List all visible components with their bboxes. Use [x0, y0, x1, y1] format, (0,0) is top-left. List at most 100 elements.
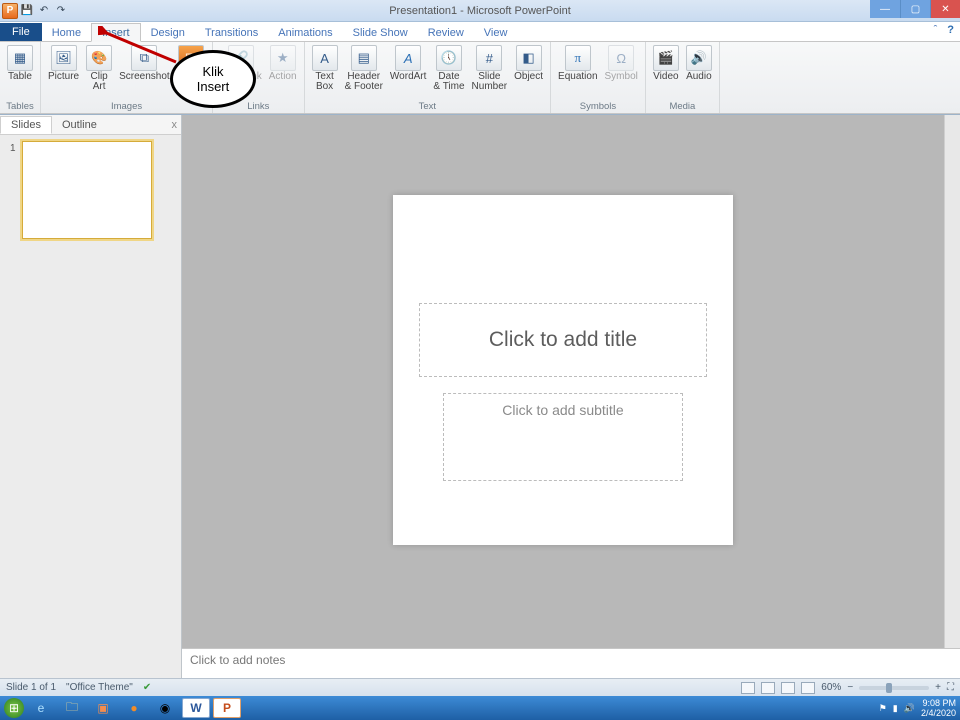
maximize-button[interactable]: ▢	[900, 0, 930, 18]
equation-button[interactable]: πEquation	[555, 44, 600, 83]
action-icon: ★	[270, 45, 296, 71]
redo-icon[interactable]: ↷	[53, 3, 69, 19]
save-icon[interactable]: 💾	[19, 3, 35, 19]
taskbar-chrome-icon[interactable]: ◉	[151, 698, 179, 718]
zoom-in-icon[interactable]: +	[935, 682, 941, 693]
tab-slideshow[interactable]: Slide Show	[343, 24, 418, 41]
slide-thumbnail[interactable]	[22, 141, 152, 239]
symbol-icon: Ω	[608, 45, 634, 71]
tab-view[interactable]: View	[474, 24, 518, 41]
group-label-text: Text	[309, 100, 546, 112]
editor-canvas: Click to add title Click to add subtitle…	[182, 115, 960, 678]
slidenumber-button[interactable]: #Slide Number	[469, 44, 511, 93]
fit-window-icon[interactable]: ⛶	[947, 682, 954, 693]
vertical-scrollbar[interactable]	[944, 115, 960, 648]
slides-panel: Slides Outline x 1	[0, 115, 182, 678]
annotation-callout: Klik Insert	[170, 50, 256, 108]
textbox-button[interactable]: AText Box	[309, 44, 341, 93]
video-icon: 🎬	[653, 45, 679, 71]
equation-icon: π	[565, 45, 591, 71]
quick-access-toolbar: P 💾 ↶ ↷	[0, 3, 69, 19]
wordart-icon: A	[395, 45, 421, 71]
system-tray: ⚑ ▮ 🔊 9:08 PM2/4/2020	[879, 698, 956, 718]
taskbar-firefox-icon[interactable]: ●	[120, 698, 148, 718]
group-label-images: Images	[45, 100, 208, 112]
headerfooter-button[interactable]: ▤Header & Footer	[342, 44, 386, 93]
tab-file[interactable]: File	[0, 23, 42, 41]
workarea: Slides Outline x 1 Click to add title Cl…	[0, 114, 960, 678]
symbol-button: ΩSymbol	[602, 44, 641, 83]
video-button[interactable]: 🎬Video	[650, 44, 682, 83]
app-icon[interactable]: P	[2, 3, 18, 19]
group-label-tables: Tables	[4, 100, 36, 112]
action-button: ★Action	[266, 44, 300, 83]
tray-volume-icon[interactable]: 🔊	[904, 703, 915, 714]
status-bar: Slide 1 of 1 "Office Theme" ✔ 60% − + ⛶	[0, 678, 960, 696]
subtitle-placeholder[interactable]: Click to add subtitle	[443, 393, 683, 481]
group-text: AText Box ▤Header & Footer AWordArt 🕔Dat…	[305, 42, 551, 113]
wordart-button[interactable]: AWordArt	[387, 44, 430, 93]
group-media: 🎬Video 🔊Audio Media	[646, 42, 720, 113]
help-icon[interactable]: ?	[947, 24, 954, 36]
taskbar-word-icon[interactable]: W	[182, 698, 210, 718]
slideshow-view-button[interactable]	[801, 682, 815, 694]
panel-tab-slides[interactable]: Slides	[0, 116, 52, 134]
panel-tabs: Slides Outline x	[0, 115, 181, 135]
tab-home[interactable]: Home	[42, 24, 91, 41]
group-label-media: Media	[650, 100, 715, 112]
spellcheck-icon[interactable]: ✔	[143, 682, 151, 693]
object-button[interactable]: ◧Object	[511, 44, 546, 93]
start-button[interactable]: ⊞	[4, 698, 24, 718]
sorter-view-button[interactable]	[761, 682, 775, 694]
tray-flag-icon[interactable]: ⚑	[879, 703, 887, 714]
zoom-label: 60%	[821, 682, 841, 693]
thumbnail-list: 1	[0, 135, 181, 245]
group-label-symbols: Symbols	[555, 100, 641, 112]
status-theme: "Office Theme"	[66, 682, 133, 693]
title-bar: P 💾 ↶ ↷ Presentation1 - Microsoft PowerP…	[0, 0, 960, 22]
slidenumber-icon: #	[476, 45, 502, 71]
taskbar-explorer-icon[interactable]: 🗀	[58, 698, 86, 718]
notes-pane[interactable]: Click to add notes	[182, 648, 960, 678]
taskbar: ⊞ e 🗀 ▣ ● ◉ W P ⚑ ▮ 🔊 9:08 PM2/4/2020	[0, 696, 960, 720]
title-placeholder[interactable]: Click to add title	[419, 303, 707, 377]
window-title: Presentation1 - Microsoft PowerPoint	[0, 5, 960, 17]
group-symbols: πEquation ΩSymbol Symbols	[551, 42, 646, 113]
window-controls: — ▢ ✕	[870, 0, 960, 18]
textbox-icon: A	[312, 45, 338, 71]
annotation-arrow	[98, 26, 182, 68]
table-icon: ▦	[7, 45, 33, 71]
slide[interactable]: Click to add title Click to add subtitle	[393, 195, 733, 545]
group-tables: ▦Table Tables	[0, 42, 41, 113]
taskbar-app-icon[interactable]: ▣	[89, 698, 117, 718]
thumbnail-number: 1	[10, 143, 16, 154]
normal-view-button[interactable]	[741, 682, 755, 694]
panel-close-icon[interactable]: x	[172, 119, 178, 131]
tab-transitions[interactable]: Transitions	[195, 24, 268, 41]
picture-icon: 🖼	[51, 45, 77, 71]
ribbon-right: ˆ ?	[934, 24, 954, 36]
status-slide: Slide 1 of 1	[6, 682, 56, 693]
slide-stage[interactable]: Click to add title Click to add subtitle	[182, 115, 944, 648]
zoom-out-icon[interactable]: −	[847, 682, 853, 693]
table-button[interactable]: ▦Table	[4, 44, 36, 83]
minimize-ribbon-icon[interactable]: ˆ	[934, 24, 938, 36]
tab-review[interactable]: Review	[418, 24, 474, 41]
taskbar-powerpoint-icon[interactable]: P	[213, 698, 241, 718]
tray-network-icon[interactable]: ▮	[893, 703, 898, 714]
headerfooter-icon: ▤	[351, 45, 377, 71]
zoom-slider[interactable]	[859, 686, 929, 690]
audio-icon: 🔊	[686, 45, 712, 71]
audio-button[interactable]: 🔊Audio	[683, 44, 715, 83]
taskbar-ie-icon[interactable]: e	[27, 698, 55, 718]
datetime-button[interactable]: 🕔Date & Time	[430, 44, 467, 93]
tab-animations[interactable]: Animations	[268, 24, 342, 41]
undo-icon[interactable]: ↶	[36, 3, 52, 19]
tray-clock[interactable]: 9:08 PM2/4/2020	[921, 698, 956, 718]
picture-button[interactable]: 🖼Picture	[45, 44, 82, 93]
close-button[interactable]: ✕	[930, 0, 960, 18]
panel-tab-outline[interactable]: Outline	[52, 117, 107, 133]
datetime-icon: 🕔	[436, 45, 462, 71]
minimize-button[interactable]: —	[870, 0, 900, 18]
reading-view-button[interactable]	[781, 682, 795, 694]
